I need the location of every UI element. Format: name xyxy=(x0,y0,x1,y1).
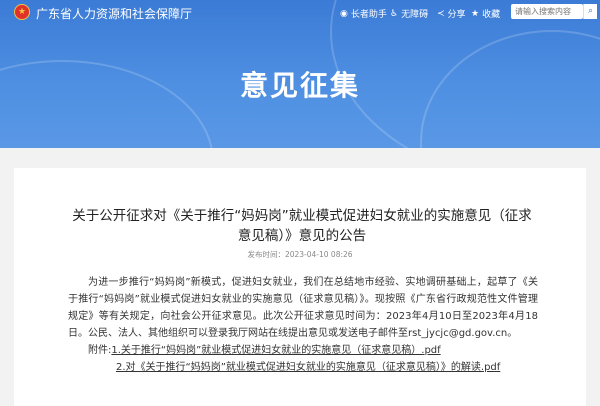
banner-title: 意见征集 xyxy=(239,69,360,102)
search-input[interactable] xyxy=(511,4,583,19)
favorite-button[interactable]: ★ 收藏 xyxy=(471,7,500,21)
share-button[interactable]: ≺ 分享 xyxy=(437,7,466,21)
site-name[interactable]: 广东省人力资源和社会保障厅 xyxy=(36,5,192,22)
favorite-icon: ★ xyxy=(471,8,480,19)
elderly-assist-button[interactable]: ◉ 长者助手 xyxy=(340,7,387,21)
search-button[interactable]: ⌕ xyxy=(583,4,597,19)
share-icon: ≺ xyxy=(437,8,445,19)
article-card: 关于公开征求对《关于推行“妈妈岗”就业模式促进妇女就业的实施意见（征求意见稿）》… xyxy=(14,168,586,406)
top-bar: 广东省人力资源和社会保障厅 ◉ 长者助手 ♿ 无障碍 ≺ 分享 ★ 收藏 ⌕ xyxy=(0,0,600,24)
attachment-row: 2.对《关于推行“妈妈岗”就业模式促进妇女就业的实施意见（征求意见稿）》的解读.… xyxy=(68,359,596,376)
attachment-link-2[interactable]: 2.对《关于推行“妈妈岗”就业模式促进妇女就业的实施意见（征求意见稿）》的解读.… xyxy=(116,362,500,373)
header-banner: 广东省人力资源和社会保障厅 ◉ 长者助手 ♿ 无障碍 ≺ 分享 ★ 收藏 ⌕ 意… xyxy=(0,0,600,148)
attachment-link-1[interactable]: 1.关于推行“妈妈岗”就业模式促进妇女就业的实施意见（征求意见稿）.pdf xyxy=(111,345,440,356)
emblem-icon xyxy=(14,4,30,20)
attachments-label: 附件: xyxy=(88,345,112,356)
search-icon: ⌕ xyxy=(587,6,594,16)
accessibility-button[interactable]: ♿ 无障碍 xyxy=(390,7,428,21)
article-title: 关于公开征求对《关于推行“妈妈岗”就业模式促进妇女就业的实施意见（征求意见稿）》… xyxy=(72,208,532,244)
article-paragraph: 公民、法人、其他组织可以登录我厅网站在线提出意见或发送电子邮件至rst_jycj… xyxy=(88,328,518,339)
attachment-row: 附件:1.关于推行“妈妈岗”就业模式促进妇女就业的实施意见（征求意见稿）.pdf xyxy=(68,342,548,359)
elderly-assist-icon: ◉ xyxy=(340,8,348,19)
publish-time: 发布时间：2023-04-10 08:26 xyxy=(247,250,353,259)
accessibility-icon: ♿ xyxy=(390,8,399,19)
